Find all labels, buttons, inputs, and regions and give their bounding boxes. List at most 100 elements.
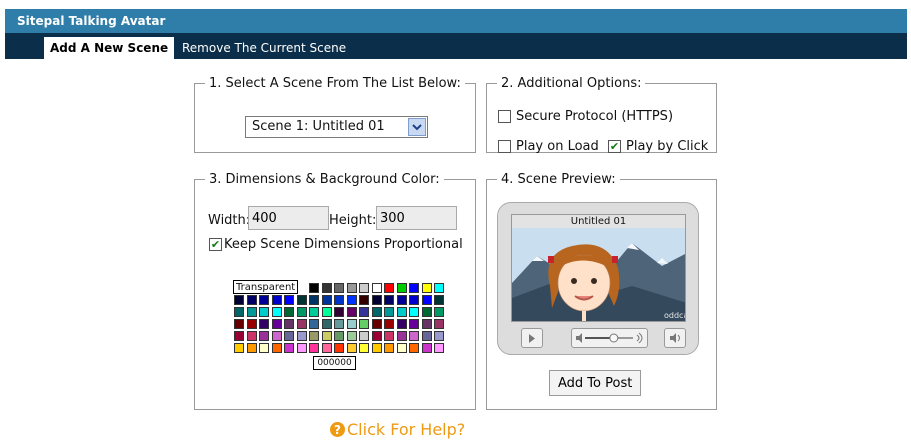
color-swatch[interactable] [371, 331, 382, 341]
secure-protocol-checkbox[interactable] [498, 110, 511, 123]
color-swatch[interactable] [284, 295, 294, 305]
color-swatch[interactable] [309, 295, 319, 305]
color-swatch[interactable] [234, 343, 244, 353]
color-swatch[interactable] [309, 283, 319, 293]
color-swatch[interactable] [234, 319, 244, 329]
color-swatch[interactable] [309, 343, 319, 353]
color-swatch[interactable] [434, 283, 444, 293]
color-swatch[interactable] [384, 331, 394, 341]
color-swatch[interactable] [371, 319, 382, 329]
color-swatch[interactable] [246, 295, 257, 305]
color-swatch[interactable] [421, 283, 432, 293]
color-swatch[interactable] [371, 295, 382, 305]
color-swatch[interactable] [346, 343, 357, 353]
color-swatch[interactable] [284, 343, 294, 353]
secure-protocol-option[interactable]: Secure Protocol (HTTPS) [498, 109, 673, 124]
color-swatch[interactable] [334, 319, 344, 329]
color-swatch[interactable] [346, 319, 357, 329]
color-swatch[interactable] [409, 283, 419, 293]
color-swatch[interactable] [321, 295, 332, 305]
tab-add-new-scene[interactable]: Add A New Scene [44, 37, 175, 59]
color-swatch[interactable] [334, 331, 344, 341]
color-swatch[interactable] [346, 295, 357, 305]
color-swatch[interactable] [234, 295, 244, 305]
tab-remove-current-scene[interactable]: Remove The Current Scene [176, 37, 352, 59]
color-swatch[interactable] [384, 307, 394, 317]
color-swatch[interactable] [396, 295, 407, 305]
color-swatch[interactable] [384, 343, 394, 353]
color-swatch[interactable] [421, 331, 432, 341]
color-swatch[interactable] [421, 295, 432, 305]
transparent-swatch[interactable]: Transparent [233, 280, 299, 294]
color-swatch[interactable] [309, 319, 319, 329]
color-swatch[interactable] [246, 307, 257, 317]
color-swatch[interactable] [421, 307, 432, 317]
color-swatch[interactable] [371, 307, 382, 317]
color-swatch[interactable] [409, 307, 419, 317]
color-swatch[interactable] [296, 319, 307, 329]
volume-slider[interactable] [571, 328, 648, 348]
play-by-click-option[interactable]: ✔ Play by Click [608, 139, 708, 154]
color-swatch[interactable] [259, 343, 269, 353]
color-swatch[interactable] [384, 319, 394, 329]
color-swatch[interactable] [321, 343, 332, 353]
play-on-load-checkbox[interactable] [498, 140, 511, 153]
color-swatch[interactable] [246, 331, 257, 341]
color-swatch[interactable] [271, 343, 282, 353]
keep-proportional-checkbox[interactable]: ✔ [209, 238, 222, 251]
color-swatch[interactable] [284, 307, 294, 317]
color-swatch[interactable] [396, 319, 407, 329]
color-swatch[interactable] [259, 307, 269, 317]
color-swatch[interactable] [271, 319, 282, 329]
color-swatch[interactable] [321, 331, 332, 341]
color-swatch[interactable] [271, 295, 282, 305]
color-swatch[interactable] [309, 307, 319, 317]
color-swatch[interactable] [334, 283, 344, 293]
color-swatch[interactable] [359, 307, 369, 317]
color-swatch[interactable] [271, 307, 282, 317]
color-swatch[interactable] [409, 295, 419, 305]
chevron-down-icon[interactable] [408, 118, 426, 136]
color-swatch[interactable] [334, 307, 344, 317]
color-swatch[interactable] [259, 295, 269, 305]
color-swatch[interactable] [384, 283, 394, 293]
color-swatch[interactable] [396, 283, 407, 293]
color-swatch[interactable] [296, 331, 307, 341]
color-swatch[interactable] [409, 331, 419, 341]
color-swatch[interactable] [346, 331, 357, 341]
color-swatch[interactable] [371, 343, 382, 353]
color-swatch[interactable] [359, 331, 369, 341]
color-swatch[interactable] [259, 331, 269, 341]
preview-screen[interactable]: Untitled 01 oddcast [511, 214, 686, 322]
color-swatch[interactable] [234, 307, 244, 317]
color-swatch[interactable] [396, 343, 407, 353]
color-swatch[interactable] [296, 343, 307, 353]
color-swatch[interactable] [421, 343, 432, 353]
color-swatch[interactable] [359, 295, 369, 305]
color-swatch[interactable] [271, 331, 282, 341]
color-swatch[interactable] [359, 343, 369, 353]
color-swatch[interactable] [246, 319, 257, 329]
color-swatch[interactable] [321, 283, 332, 293]
color-swatch[interactable] [384, 295, 394, 305]
color-swatch[interactable] [396, 331, 407, 341]
color-swatch[interactable] [234, 331, 244, 341]
color-swatch[interactable] [359, 319, 369, 329]
color-swatch[interactable] [309, 331, 319, 341]
color-swatch[interactable] [296, 307, 307, 317]
color-swatch[interactable] [346, 307, 357, 317]
width-input[interactable] [248, 206, 329, 230]
color-swatch[interactable] [284, 331, 294, 341]
color-swatch[interactable] [259, 319, 269, 329]
play-button[interactable] [521, 328, 543, 348]
color-swatch[interactable] [434, 319, 444, 329]
color-swatch[interactable] [334, 295, 344, 305]
color-swatch[interactable] [284, 319, 294, 329]
color-swatch[interactable] [346, 283, 357, 293]
color-swatch[interactable] [334, 343, 344, 353]
color-swatch[interactable] [434, 331, 444, 341]
help-link[interactable]: ? Click For Help? [330, 420, 465, 439]
color-swatch[interactable] [409, 343, 419, 353]
play-on-load-option[interactable]: Play on Load [498, 139, 599, 154]
color-swatch[interactable] [409, 319, 419, 329]
